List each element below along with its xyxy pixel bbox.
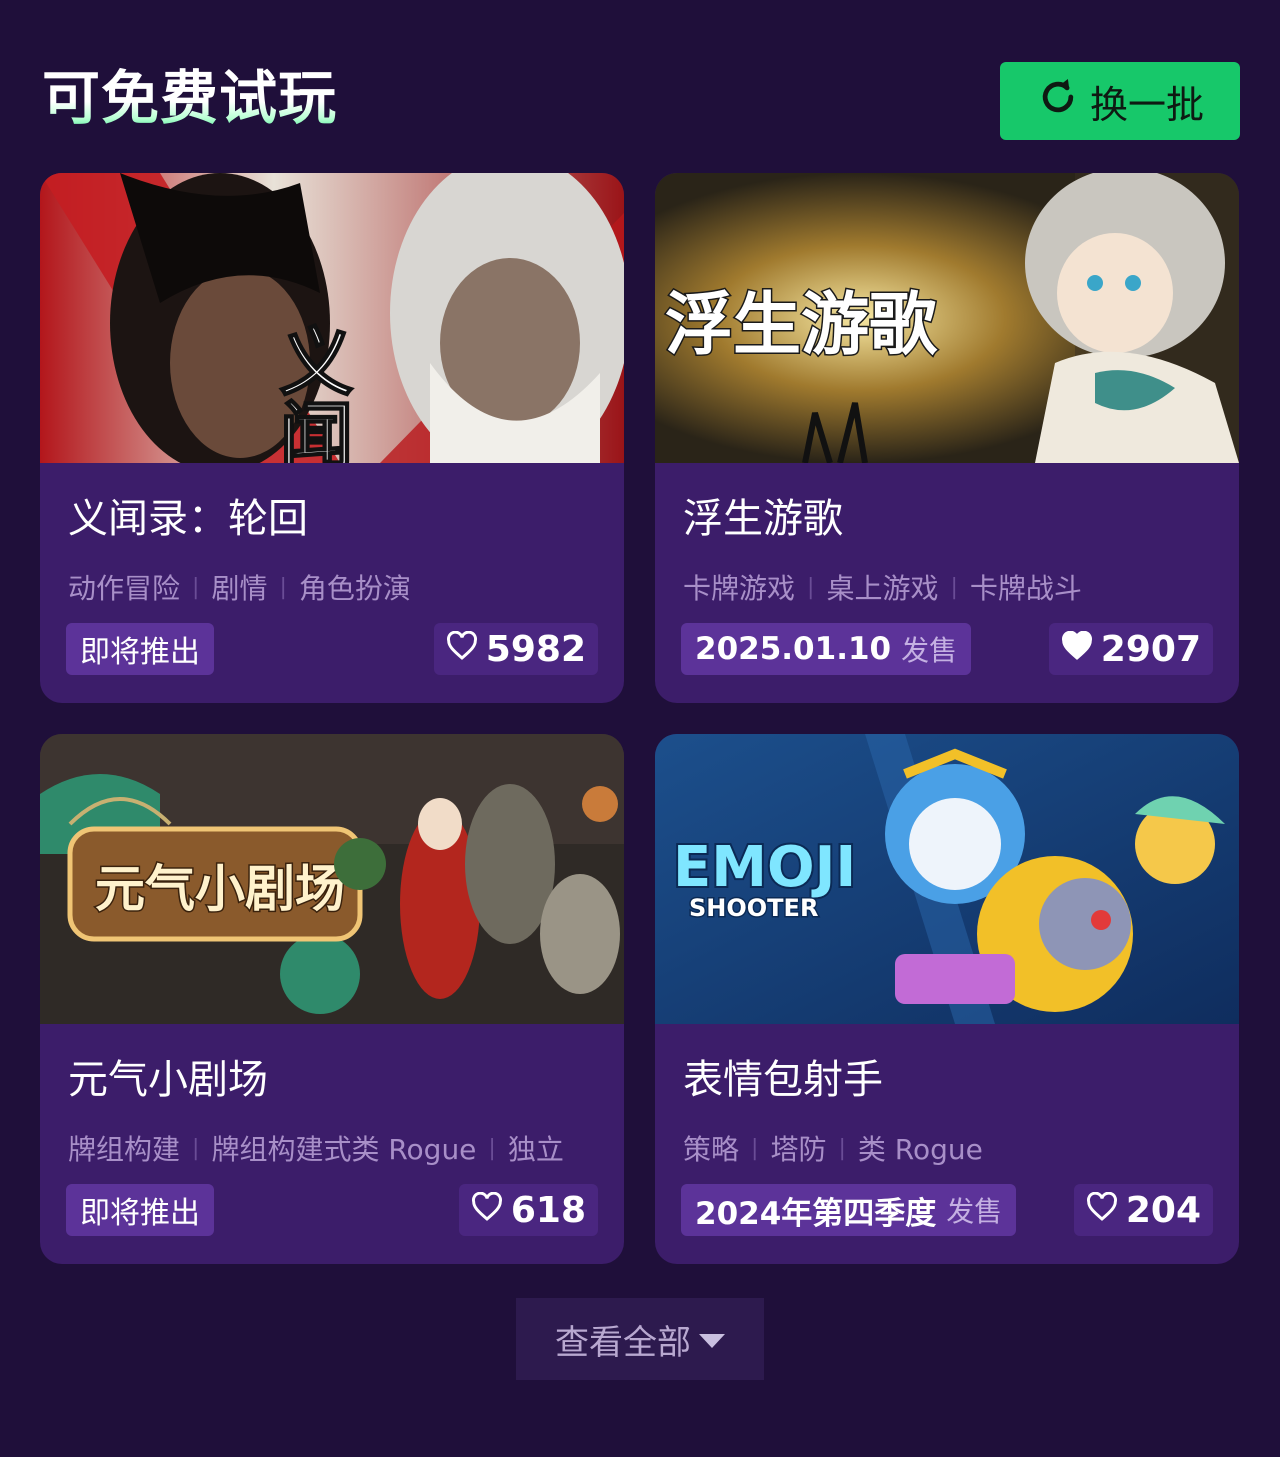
game-title: 义闻录：轮回 <box>68 496 308 542</box>
release-suffix: 发售 <box>901 634 958 667</box>
refresh-batch-button[interactable]: 换一批 <box>1000 62 1240 140</box>
cover-logo-text: 元气小剧场 <box>95 859 345 918</box>
game-card-2[interactable]: 浮生游歌 浮生游歌 卡牌游戏 | 桌上游戏 | 卡牌战斗 2025.01.10 … <box>655 173 1239 703</box>
game-title: 元气小剧场 <box>68 1057 268 1103</box>
tag-separator: | <box>488 1135 496 1161</box>
like-button[interactable]: 2907 <box>1048 623 1213 675</box>
cover-logo-text: 义闻录 <box>267 323 353 463</box>
cover-logo-text: EMOJI <box>673 835 856 900</box>
like-button[interactable]: 618 <box>458 1184 598 1236</box>
game-cover-image: EMOJI SHOOTER <box>655 734 1239 1024</box>
refresh-icon <box>1036 75 1080 128</box>
tag[interactable]: 卡牌战斗 <box>970 567 1082 607</box>
release-status-badge: 即将推出 <box>66 1184 214 1236</box>
release-date: 2024年第四季度 <box>695 1195 937 1232</box>
game-card-3[interactable]: 元气小剧场 元气小剧场 牌组构建 | 牌组构建式类 Rogue | 独立 即将推… <box>40 734 624 1264</box>
tag-separator: | <box>751 1135 759 1161</box>
tag[interactable]: 桌上游戏 <box>826 567 938 607</box>
game-tags: 动作冒险 | 剧情 | 角色扮演 <box>68 567 411 607</box>
tag-separator: | <box>838 1135 846 1161</box>
refresh-label: 换一批 <box>1089 82 1204 127</box>
tag-separator: | <box>279 574 287 600</box>
release-status-badge: 即将推出 <box>66 623 214 675</box>
tag-separator: | <box>192 1135 200 1161</box>
tag[interactable]: 类 Rogue <box>858 1128 983 1168</box>
like-button[interactable]: 204 <box>1073 1184 1213 1236</box>
tag-separator: | <box>950 574 958 600</box>
game-tags: 策略 | 塔防 | 类 Rogue <box>683 1128 983 1168</box>
tag[interactable]: 策略 <box>683 1128 739 1168</box>
status-text: 即将推出 <box>80 1196 200 1231</box>
cover-logo-text: 浮生游歌 <box>665 285 938 365</box>
game-card-1[interactable]: 义闻录 义闻录：轮回 动作冒险 | 剧情 | 角色扮演 即将推出 5982 <box>40 173 624 703</box>
tag[interactable]: 卡牌游戏 <box>683 567 795 607</box>
like-button[interactable]: 5982 <box>433 623 598 675</box>
like-count: 618 <box>510 1189 586 1231</box>
game-tags: 牌组构建 | 牌组构建式类 Rogue | 独立 <box>68 1128 564 1168</box>
game-cover-image: 浮生游歌 <box>655 173 1239 463</box>
game-title: 浮生游歌 <box>683 496 843 542</box>
game-card-4[interactable]: EMOJI SHOOTER 表情包射手 策略 | 塔防 | 类 Rogue 20… <box>655 734 1239 1264</box>
game-title: 表情包射手 <box>683 1057 883 1103</box>
release-status-badge: 2025.01.10 发售 <box>681 623 972 675</box>
heart-filled-icon <box>1061 629 1093 670</box>
release-suffix: 发售 <box>946 1195 1003 1228</box>
tag[interactable]: 剧情 <box>211 567 267 607</box>
game-tags: 卡牌游戏 | 桌上游戏 | 卡牌战斗 <box>683 567 1082 607</box>
view-all-button[interactable]: 查看全部 <box>516 1298 764 1380</box>
tag-separator: | <box>192 574 200 600</box>
heart-outline-icon <box>1086 1190 1118 1231</box>
status-text: 即将推出 <box>80 635 200 670</box>
tag-separator: | <box>807 574 815 600</box>
tag[interactable]: 角色扮演 <box>299 567 411 607</box>
free-trial-section: 可免费试玩 换一批 义闻录 义闻录：轮回 动作冒险 | 剧情 | 角色扮演 即将… <box>0 0 1280 1457</box>
release-date: 2025.01.10 <box>695 631 892 667</box>
tag[interactable]: 牌组构建式类 Rogue <box>211 1128 476 1168</box>
tag[interactable]: 塔防 <box>770 1128 826 1168</box>
tag[interactable]: 动作冒险 <box>68 567 180 607</box>
like-count: 5982 <box>485 628 586 670</box>
view-all-label: 查看全部 <box>555 1322 691 1363</box>
game-cover-image: 义闻录 <box>40 173 624 463</box>
section-title: 可免费试玩 <box>42 64 338 132</box>
heart-outline-icon <box>446 629 478 670</box>
heart-outline-icon <box>471 1190 503 1231</box>
like-count: 204 <box>1125 1189 1201 1231</box>
tag[interactable]: 牌组构建 <box>68 1128 180 1168</box>
caret-down-icon <box>699 1334 725 1348</box>
like-count: 2907 <box>1100 628 1201 670</box>
release-status-badge: 2024年第四季度 发售 <box>681 1184 1017 1236</box>
cover-logo-subtext: SHOOTER <box>689 894 818 922</box>
tag[interactable]: 独立 <box>508 1128 564 1168</box>
game-cover-image: 元气小剧场 <box>40 734 624 1024</box>
